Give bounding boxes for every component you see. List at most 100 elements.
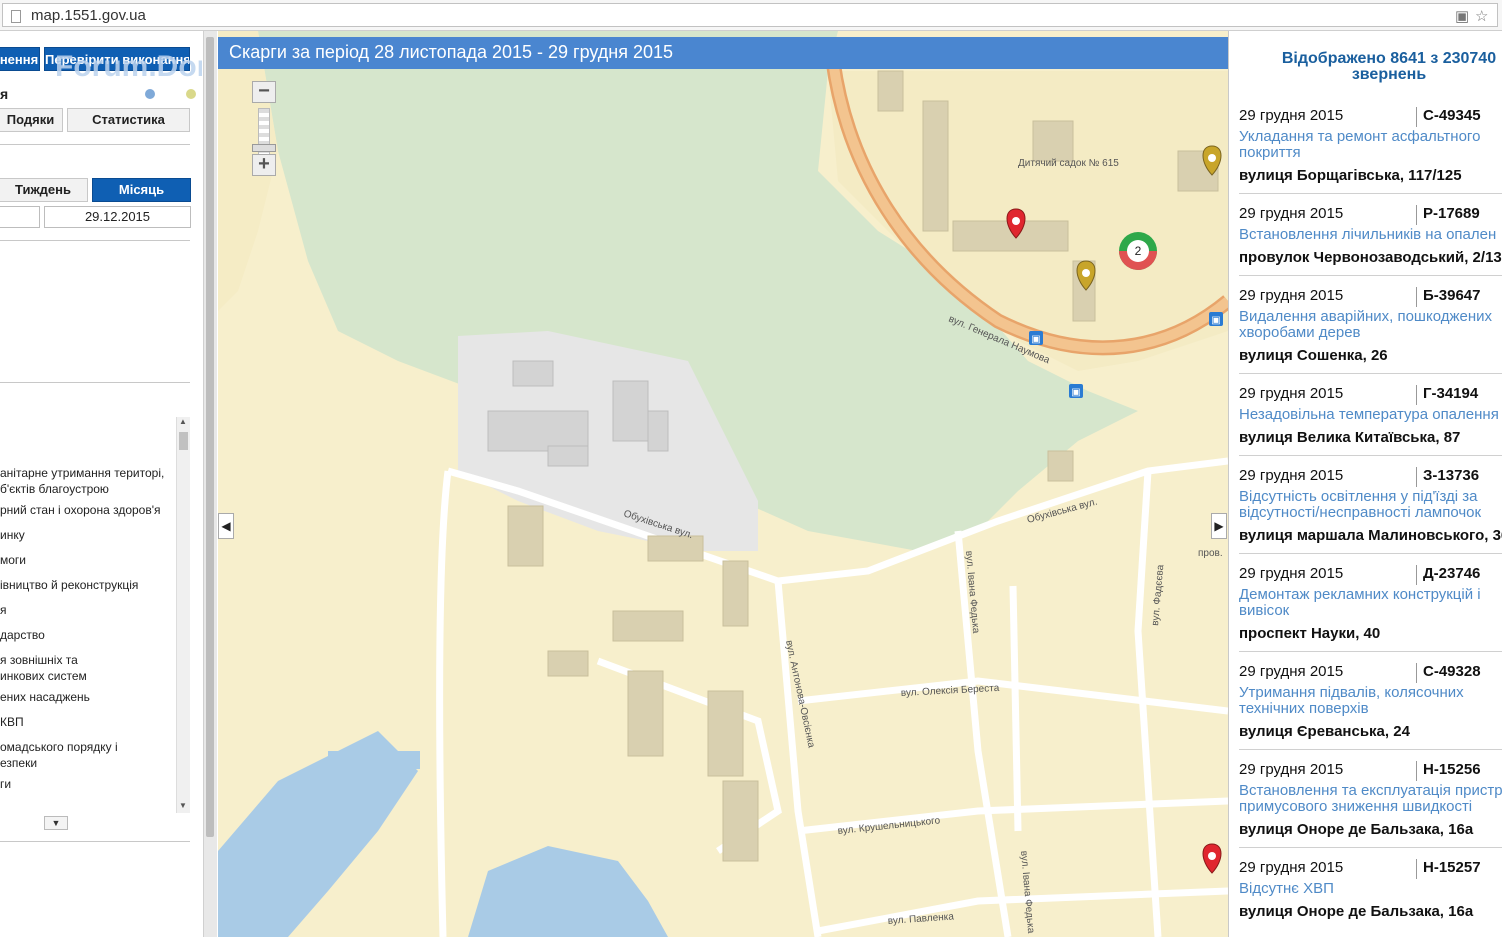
page-icon — [11, 10, 21, 23]
complaint-date: 29 грудня 2015 — [1239, 859, 1344, 876]
complaint-date: 29 грудня 2015 — [1239, 663, 1344, 680]
complaint-topic-link[interactable]: Незадовільна температура опалення — [1239, 407, 1502, 423]
translate-icon[interactable]: ▣ — [1455, 7, 1469, 25]
complaint-address: вулиця Оноре де Бальзака, 16а — [1239, 903, 1474, 920]
complaint-address: вулиця маршала Малиновського, 36 — [1239, 527, 1502, 544]
category-item[interactable]: езпеки — [0, 755, 37, 771]
street-label-fedka-south: вул. Івана Федька — [1018, 850, 1036, 934]
category-item[interactable]: ги — [0, 776, 11, 792]
complaint-topic-link[interactable]: Встановлення лічильників на опален — [1239, 227, 1502, 243]
complaint-address: вулиця Велика Китаївська, 87 — [1239, 429, 1461, 446]
results-count-line1: Відображено 8641 з 230740 — [1281, 50, 1497, 67]
bookmark-star-icon[interactable]: ☆ — [1475, 7, 1488, 25]
complaint-topic-link[interactable]: Відсутність освітлення у під'їзді за від… — [1239, 489, 1499, 521]
separator — [1416, 385, 1417, 405]
zoom-handle[interactable] — [252, 144, 276, 152]
panel-splitter[interactable] — [203, 31, 217, 937]
separator — [1416, 761, 1417, 781]
category-item[interactable]: б'єктів благоустрою — [0, 481, 109, 497]
complaint-topic-link[interactable]: Встановлення та експлуатація пристр прим… — [1239, 783, 1502, 815]
complaint-date: 29 грудня 2015 — [1239, 761, 1344, 778]
separator — [1416, 859, 1417, 879]
category-item[interactable]: КВП — [0, 714, 24, 730]
divider — [0, 144, 190, 145]
complaint-address: вулиця Сошенка, 26 — [1239, 347, 1388, 364]
zoom-out-button[interactable]: − — [252, 81, 276, 103]
cluster-count: 2 — [1135, 244, 1142, 258]
url-text[interactable]: map.1551.gov.ua — [31, 7, 146, 24]
tab-thanks[interactable]: Подяки — [0, 108, 63, 132]
divider — [1239, 275, 1502, 276]
category-item[interactable]: я зовнішніх та — [0, 652, 78, 668]
complaint-topic-link[interactable]: Утримання підвалів, колясочних технічних… — [1239, 685, 1489, 717]
date-from-field[interactable] — [0, 206, 40, 228]
url-box[interactable]: map.1551.gov.ua ▣ ☆ — [2, 3, 1498, 27]
complaint-date: 29 грудня 2015 — [1239, 107, 1344, 124]
separator — [1416, 467, 1417, 487]
complaint-code: З-13736 — [1423, 467, 1480, 484]
section-heading: я — [0, 86, 9, 102]
category-item[interactable]: я — [0, 602, 7, 618]
collapse-left-icon[interactable]: ◀ — [218, 513, 234, 539]
category-scrollbar[interactable]: ▲ ▼ — [176, 417, 190, 813]
complaint-address: вулиця Борщагівська, 117/125 — [1239, 167, 1462, 184]
tab-statistics[interactable]: Статистика — [67, 108, 190, 132]
category-item[interactable]: дарство — [0, 627, 45, 643]
divider — [1239, 553, 1502, 554]
execution-button[interactable]: нення — [0, 47, 40, 71]
browser-address-bar: map.1551.gov.ua ▣ ☆ — [0, 0, 1502, 31]
map-title-bar: Скарги за період 28 листопада 2015 - 29 … — [218, 37, 1228, 69]
svg-text:▣: ▣ — [1211, 315, 1220, 326]
complaint-topic-link[interactable]: Укладання та ремонт асфальтного покриття — [1239, 129, 1502, 161]
complaint-code: С-49345 — [1423, 107, 1481, 124]
category-item[interactable]: инкових систем — [0, 668, 87, 684]
cluster-marker[interactable]: 2 — [1119, 232, 1157, 270]
divider — [0, 382, 190, 383]
complaint-topic-link[interactable]: Демонтаж рекламних конструкцій і вивісок — [1239, 587, 1502, 619]
complaint-address: проспект Науки, 40 — [1239, 625, 1381, 642]
complaint-code: Н-15257 — [1423, 859, 1481, 876]
scroll-up-icon[interactable]: ▲ — [179, 417, 187, 426]
expand-chevron-icon[interactable]: ▼ — [44, 816, 68, 830]
lake — [468, 846, 668, 937]
bus-stop-icon[interactable]: ▣ — [1069, 384, 1083, 398]
scroll-down-icon[interactable]: ▼ — [179, 801, 187, 810]
separator — [1416, 663, 1417, 683]
zoom-in-button[interactable]: + — [252, 154, 276, 176]
tab-week[interactable]: Тиждень — [0, 178, 88, 202]
complaint-date: 29 грудня 2015 — [1239, 565, 1344, 582]
complaint-topic-link[interactable]: Видалення аварійних, пошкоджених хвороба… — [1239, 309, 1502, 341]
tab-month[interactable]: Місяць — [92, 178, 191, 202]
complaint-code: Б-39647 — [1423, 287, 1481, 304]
category-item[interactable]: рний стан і охорона здоров'я — [0, 502, 161, 518]
svg-text:▣: ▣ — [1031, 334, 1040, 345]
category-item[interactable]: івництво й реконструкція — [0, 577, 138, 593]
bus-stop-icon[interactable]: ▣ — [1029, 331, 1043, 345]
complaint-date: 29 грудня 2015 — [1239, 205, 1344, 222]
collapse-right-icon[interactable]: ▶ — [1211, 513, 1227, 539]
category-item[interactable]: омадського порядку і — [0, 739, 118, 755]
complaint-code: Г-34194 — [1423, 385, 1479, 402]
scroll-thumb[interactable] — [179, 432, 188, 450]
divider — [1239, 455, 1502, 456]
complaint-code: Д-23746 — [1423, 565, 1481, 582]
marker-red-2[interactable] — [1202, 843, 1222, 874]
complaint-topic-link[interactable]: Відсутнє ХВП — [1239, 881, 1502, 897]
category-item[interactable]: моги — [0, 552, 26, 568]
complaint-code: С-49328 — [1423, 663, 1481, 680]
category-item[interactable]: инку — [0, 527, 25, 543]
map-view[interactable]: Дитячий садок № 615 вул. Генерала Наумов… — [218, 31, 1228, 937]
divider — [0, 240, 190, 241]
bus-stop-icon[interactable]: ▣ — [1209, 312, 1223, 326]
splitter-handle[interactable] — [206, 37, 214, 837]
divider — [1239, 193, 1502, 194]
divider — [1239, 749, 1502, 750]
category-item[interactable]: анітарне утримання територі, — [0, 465, 164, 481]
complaint-address: вулиця Єреванська, 24 — [1239, 723, 1410, 740]
complaint-address: вулиця Оноре де Бальзака, 16а — [1239, 821, 1474, 838]
separator — [1416, 205, 1417, 225]
category-item[interactable]: ених насаджень — [0, 689, 90, 705]
map-canvas[interactable]: Дитячий садок № 615 вул. Генерала Наумов… — [218, 31, 1228, 937]
date-to-field[interactable]: 29.12.2015 — [44, 206, 191, 228]
complaint-date: 29 грудня 2015 — [1239, 287, 1344, 304]
